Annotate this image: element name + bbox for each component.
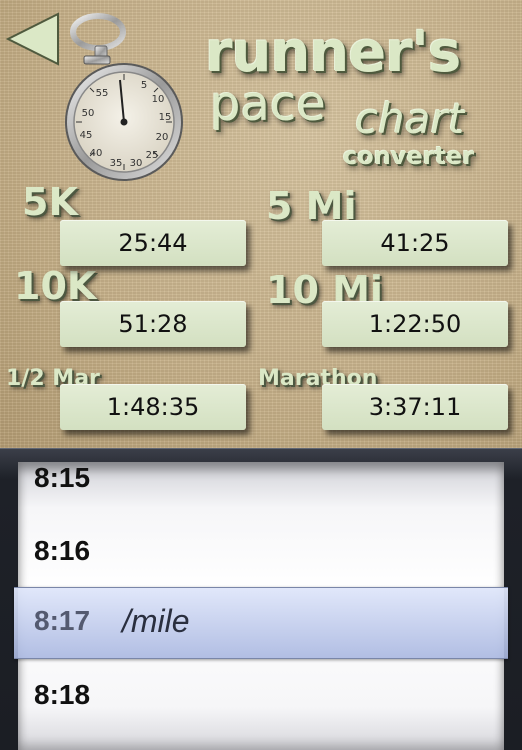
dial-number: 15 — [159, 112, 172, 123]
time-box-5k: 25:44 — [60, 220, 246, 266]
app-screen: 5 10 15 20 25 30 35 40 45 50 55 runner's… — [0, 0, 522, 750]
time-value: 1:48:35 — [106, 393, 200, 421]
dial-number: 55 — [96, 88, 109, 99]
picker-row[interactable]: 8:15 — [34, 462, 90, 494]
time-box-half-marathon: 1:48:35 — [60, 384, 246, 430]
time-value: 41:25 — [380, 229, 450, 257]
dial-number: 45 — [80, 130, 93, 141]
pace-unit-label: /mile — [122, 603, 190, 639]
dial-number: 40 — [90, 148, 103, 159]
dial-number: 5 — [141, 80, 147, 91]
time-box-5mi: 41:25 — [322, 220, 508, 266]
time-box-10mi: 1:22:50 — [322, 301, 508, 347]
pace-chart-canvas: 5 10 15 20 25 30 35 40 45 50 55 runner's… — [0, 0, 522, 448]
time-value: 51:28 — [118, 310, 188, 338]
dial-number: 10 — [152, 94, 165, 105]
dial-number: 25 — [146, 150, 159, 161]
dial-number: 30 — [130, 158, 143, 169]
picker-row[interactable]: 8:18 — [34, 679, 90, 711]
time-box-marathon: 3:37:11 — [322, 384, 508, 430]
time-box-10k: 51:28 — [60, 301, 246, 347]
picker-selected-value[interactable]: 8:17 — [34, 605, 90, 637]
dial-number: 20 — [156, 132, 169, 143]
brand-title-pace: pace — [210, 76, 326, 132]
label-5k: 5K — [22, 180, 78, 224]
dial-number: 35 — [110, 158, 123, 169]
brand-title-chart: chart — [355, 94, 465, 143]
brand-subtitle-converter: converter — [343, 142, 475, 170]
stopwatch-icon: 5 10 15 20 25 30 35 40 45 50 55 — [65, 13, 183, 181]
time-value: 25:44 — [118, 229, 188, 257]
back-arrow-icon[interactable] — [2, 8, 62, 70]
time-value: 3:37:11 — [368, 393, 462, 421]
time-value: 1:22:50 — [368, 310, 462, 338]
picker-row[interactable]: 8:16 — [34, 535, 90, 567]
dial-number: 50 — [82, 108, 95, 119]
